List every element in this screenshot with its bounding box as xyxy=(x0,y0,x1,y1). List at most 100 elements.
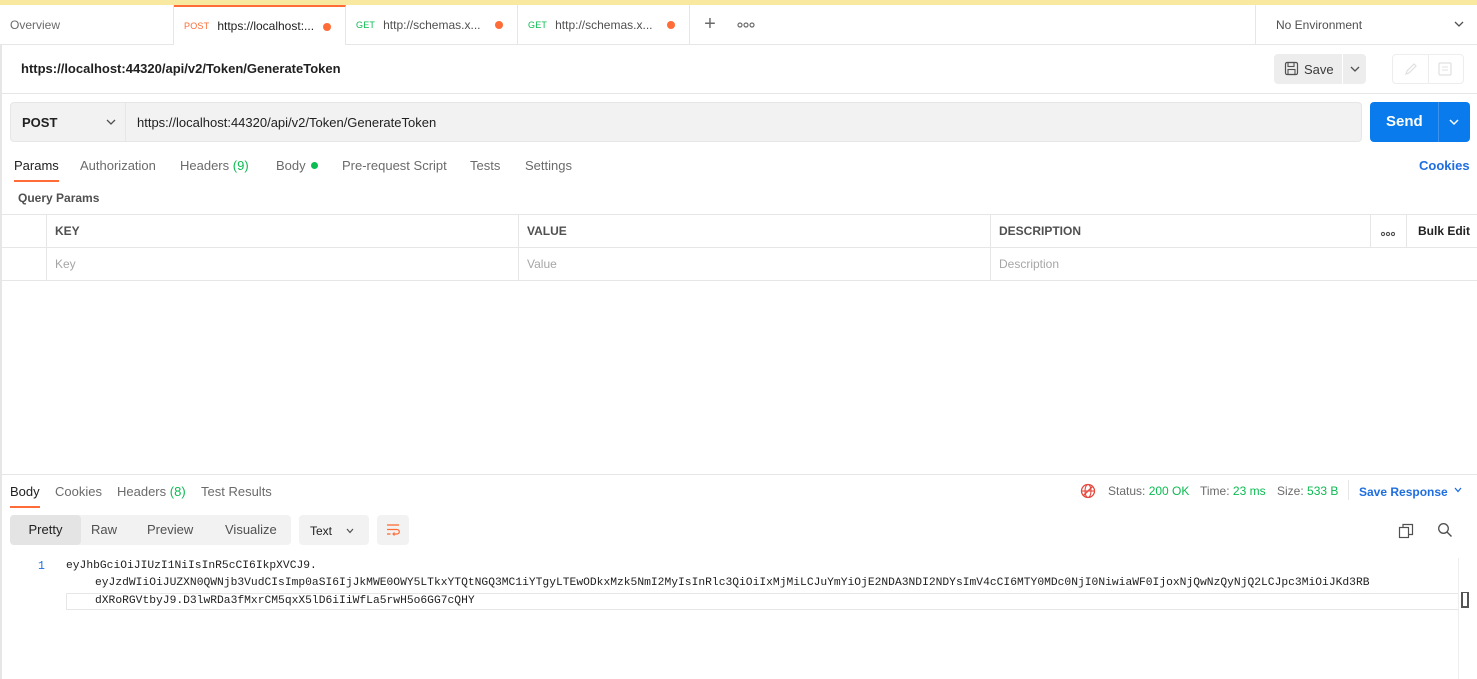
column-header-key: KEY xyxy=(46,215,518,248)
method-label: POST xyxy=(22,115,58,130)
query-params-heading: Query Params xyxy=(18,191,100,205)
chevron-down-icon xyxy=(345,525,355,539)
response-divider[interactable] xyxy=(0,474,1477,475)
bulk-edit-button[interactable]: Bulk Edit xyxy=(1406,215,1477,248)
table-row: Key Value Description xyxy=(2,248,1477,281)
status-value: 200 OK xyxy=(1148,484,1190,498)
send-button[interactable]: Send xyxy=(1370,102,1470,142)
status-label: Status: xyxy=(1108,484,1146,498)
response-tab-test-results[interactable]: Test Results xyxy=(201,484,272,499)
size-readout: Size: 533 B xyxy=(1277,484,1338,498)
response-format-select[interactable]: Text xyxy=(299,515,369,545)
tab-body-label: Body xyxy=(276,158,306,173)
column-header-description: DESCRIPTION xyxy=(990,215,1370,248)
tab-label: http://schemas.x... xyxy=(555,18,653,32)
send-label: Send xyxy=(1386,113,1423,130)
documentation-icon[interactable] xyxy=(1437,61,1453,80)
time-readout: Time: 23 ms xyxy=(1200,484,1266,498)
scrollbar-thumb[interactable] xyxy=(1461,592,1469,608)
column-header-value: VALUE xyxy=(518,215,990,248)
tab-headers-label: Headers xyxy=(180,158,230,173)
environment-selector[interactable]: No Environment xyxy=(1255,5,1477,45)
query-params-table: KEY VALUE DESCRIPTION Bulk Edit Key Valu… xyxy=(2,214,1477,281)
save-disk-icon xyxy=(1284,61,1299,79)
tab-tests[interactable]: Tests xyxy=(470,158,500,173)
tab-label: https://localhost:... xyxy=(217,19,315,33)
tab-get-schemas-2[interactable]: GET http://schemas.x... xyxy=(518,5,690,45)
tab-params[interactable]: Params xyxy=(14,158,59,182)
tab-body[interactable]: Body xyxy=(276,158,318,173)
response-body-line: eyJhbGciOiJIUzI1NiIsInR5cCI6IkpXVCJ9. xyxy=(66,560,317,572)
headers-count: (9) xyxy=(232,158,249,173)
tab-label: http://schemas.x... xyxy=(383,18,481,32)
unsaved-dot-icon xyxy=(495,21,503,29)
response-tab-headers-label: Headers xyxy=(117,484,167,499)
response-tab-headers[interactable]: Headers (8) xyxy=(117,484,186,499)
unsaved-dot-icon xyxy=(323,23,331,31)
new-tab-plus-icon[interactable]: + xyxy=(700,14,720,35)
pencil-icon[interactable] xyxy=(1403,61,1419,80)
wrap-lines-icon xyxy=(385,522,401,541)
globe-icon[interactable] xyxy=(1080,483,1096,502)
size-value: 533 B xyxy=(1307,484,1339,498)
response-view-mode-group: Pretty Raw Preview Visualize xyxy=(10,515,291,545)
environment-label: No Environment xyxy=(1276,18,1363,32)
chevron-down-icon[interactable] xyxy=(1447,115,1461,132)
save-response-button[interactable]: Save Response xyxy=(1359,484,1463,499)
url-input[interactable]: https://localhost:44320/api/v2/Token/Gen… xyxy=(137,115,436,130)
tab-method: GET xyxy=(528,20,548,30)
response-body-line: eyJzdWIiOiJUZXN0QWNjb3VudCIsImp0aSI6IjJk… xyxy=(95,577,1370,589)
body-active-dot-icon xyxy=(310,162,318,169)
save-label: Save xyxy=(1304,62,1334,77)
tab-settings[interactable]: Settings xyxy=(525,158,572,173)
more-tabs-ellipsis-icon[interactable] xyxy=(737,17,755,33)
tab-post-token[interactable]: POST https://localhost:... xyxy=(174,5,346,45)
response-tabs: Body Cookies Headers (8) Test Results xyxy=(0,476,1060,508)
cookies-link[interactable]: Cookies xyxy=(1419,158,1470,173)
view-pretty-button[interactable]: Pretty xyxy=(10,515,81,545)
line-number: 1 xyxy=(38,560,45,573)
http-method-select[interactable]: POST xyxy=(11,103,126,141)
wrap-lines-button[interactable] xyxy=(377,515,409,545)
description-input[interactable]: Description xyxy=(990,248,1477,281)
tab-method: POST xyxy=(184,21,210,31)
tab-method: GET xyxy=(356,20,376,30)
request-title[interactable]: https://localhost:44320/api/v2/Token/Gen… xyxy=(21,61,341,76)
value-input[interactable]: Value xyxy=(518,248,990,281)
tab-get-schemas-1[interactable]: GET http://schemas.x... xyxy=(346,5,518,45)
tab-overview[interactable]: Overview xyxy=(0,5,174,45)
view-preview-button[interactable]: Preview xyxy=(137,515,203,545)
request-title-bar: https://localhost:44320/api/v2/Token/Gen… xyxy=(0,45,1477,94)
response-body-line: dXRoRGVtbyJ9.D3lwRDa3fMxrCM5qxX5lD6iIiWf… xyxy=(95,595,475,607)
response-headers-count: (8) xyxy=(169,484,186,499)
key-input[interactable]: Key xyxy=(46,248,518,281)
view-visualize-button[interactable]: Visualize xyxy=(215,515,285,545)
chevron-down-icon xyxy=(1453,18,1465,33)
unsaved-dot-icon xyxy=(667,21,675,29)
tab-label: Overview xyxy=(10,18,61,32)
tab-headers[interactable]: Headers (9) xyxy=(180,158,249,173)
search-icon[interactable] xyxy=(1437,522,1453,541)
tab-prerequest-script[interactable]: Pre-request Script xyxy=(342,158,447,173)
status-divider xyxy=(1348,480,1349,500)
save-split-divider xyxy=(1342,54,1343,84)
copy-icon[interactable] xyxy=(1398,523,1414,542)
tab-authorization[interactable]: Authorization xyxy=(80,158,156,173)
checkbox-column-header xyxy=(2,215,46,248)
response-tab-cookies[interactable]: Cookies xyxy=(55,484,102,499)
chevron-down-icon xyxy=(1453,484,1463,498)
save-response-label: Save Response xyxy=(1359,485,1448,499)
table-header-row: KEY VALUE DESCRIPTION Bulk Edit xyxy=(2,215,1477,248)
view-raw-button[interactable]: Raw xyxy=(81,515,127,545)
time-value: 23 ms xyxy=(1232,484,1266,498)
edit-divider xyxy=(1428,55,1429,83)
table-options-ellipsis-icon[interactable] xyxy=(1370,215,1406,248)
chevron-down-icon[interactable] xyxy=(1349,63,1361,78)
response-body-editor[interactable]: 1 eyJhbGciOiJIUzI1NiIsInR5cCI6IkpXVCJ9. … xyxy=(2,556,1470,679)
send-split-divider xyxy=(1438,102,1439,142)
editor-scrollbar[interactable] xyxy=(1458,558,1470,679)
request-section-tabs: Params Authorization Headers (9) Body Pr… xyxy=(0,150,1477,182)
save-button[interactable]: Save xyxy=(1274,54,1366,84)
size-label: Size: xyxy=(1277,484,1304,498)
response-tab-body[interactable]: Body xyxy=(10,484,40,508)
